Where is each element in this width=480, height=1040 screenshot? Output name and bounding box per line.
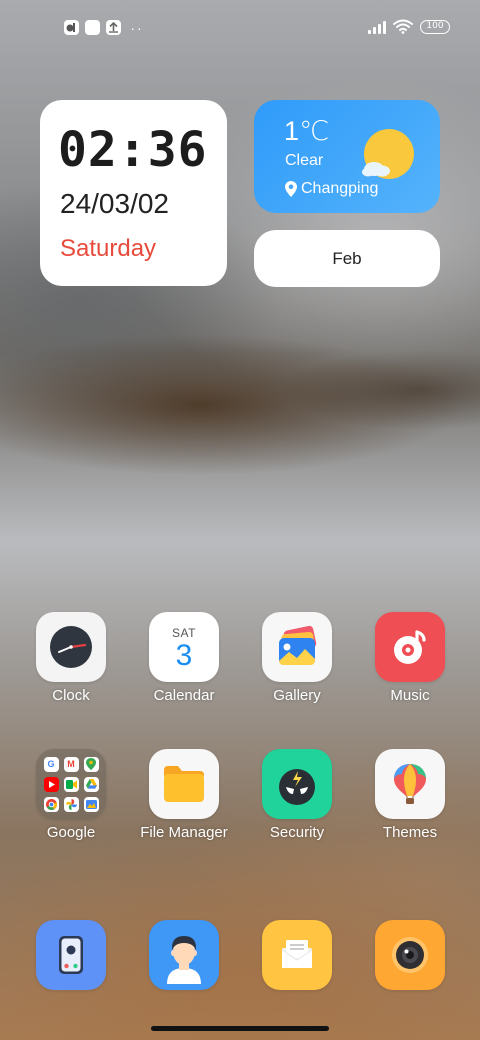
notification-app-icon	[64, 20, 79, 35]
app-label-calendar: Calendar	[153, 687, 215, 704]
dock-phone[interactable]	[16, 920, 126, 990]
notification-square-icon	[85, 20, 100, 35]
location-pin-icon	[285, 181, 297, 197]
gmail-icon: M	[63, 756, 79, 772]
file-manager-app-icon	[149, 749, 219, 819]
app-label-security: Security	[269, 824, 325, 841]
clock-widget-day: Saturday	[60, 235, 157, 262]
month-widget-label: Feb	[332, 248, 362, 268]
app-label-file-manager: File Manager	[140, 824, 228, 841]
app-file-manager[interactable]: File Manager	[129, 749, 239, 841]
more-dots-icon: ··	[130, 19, 144, 36]
status-bar: ·· 100	[0, 0, 480, 56]
contacts-app-icon	[149, 920, 219, 990]
weather-widget[interactable]: 1℃ Clear Changping	[254, 100, 440, 213]
dock-camera[interactable]	[355, 920, 465, 990]
maps-icon	[83, 756, 99, 772]
clock-widget-time: 02:36	[58, 122, 208, 178]
music-app-icon	[375, 612, 445, 682]
weather-location: Changping	[285, 180, 378, 198]
app-label-gallery: Gallery	[273, 687, 321, 704]
google-search-icon: G	[43, 756, 59, 772]
meet-icon	[63, 776, 79, 792]
notification-arrow-icon	[106, 20, 121, 35]
chrome-icon	[43, 796, 59, 812]
app-google-folder[interactable]: G M Google	[16, 749, 126, 841]
battery-indicator: 100	[420, 19, 450, 34]
app-label-google: Google	[46, 824, 96, 841]
app-label-music: Music	[390, 687, 430, 704]
photos-icon	[63, 796, 79, 812]
camera-app-icon	[375, 920, 445, 990]
sun-cloud-icon	[362, 129, 414, 179]
calendar-icon-day: 3	[175, 639, 193, 672]
files-go-icon	[83, 796, 99, 812]
gallery-app-icon	[262, 612, 332, 682]
app-music[interactable]: Music	[355, 612, 465, 704]
status-bar-system: 100	[368, 19, 450, 34]
themes-app-icon	[375, 749, 445, 819]
status-bar-notifications: ··	[64, 19, 147, 36]
app-label-clock: Clock	[52, 687, 90, 704]
calendar-icon-weekday: SAT	[172, 626, 196, 640]
google-folder-icon: G M	[36, 749, 106, 819]
messages-app-icon	[262, 920, 332, 990]
security-app-icon	[262, 749, 332, 819]
app-label-themes: Themes	[382, 824, 438, 841]
app-gallery[interactable]: Gallery	[242, 612, 352, 704]
month-widget[interactable]: Feb	[254, 230, 440, 287]
dock-messages[interactable]	[242, 920, 352, 990]
phone-app-icon	[36, 920, 106, 990]
calendar-app-icon: SAT 3	[149, 612, 219, 682]
signal-strength-icon	[368, 20, 386, 34]
app-security[interactable]: Security	[242, 749, 352, 841]
clock-app-icon	[36, 612, 106, 682]
drive-icon	[83, 776, 99, 792]
weather-location-label: Changping	[301, 180, 379, 197]
clock-widget-date: 24/03/02	[60, 188, 169, 219]
app-clock[interactable]: Clock	[16, 612, 126, 704]
clock-widget[interactable]: 02:36 24/03/02 Saturday	[40, 100, 227, 286]
youtube-icon	[43, 776, 59, 792]
app-themes[interactable]: Themes	[355, 749, 465, 841]
weather-condition: Clear	[285, 152, 324, 169]
app-calendar[interactable]: SAT 3 Calendar	[129, 612, 239, 704]
weather-temperature: 1℃	[284, 116, 330, 146]
dock-contacts[interactable]	[129, 920, 239, 990]
wifi-icon	[393, 19, 413, 34]
home-indicator[interactable]	[151, 1026, 329, 1031]
